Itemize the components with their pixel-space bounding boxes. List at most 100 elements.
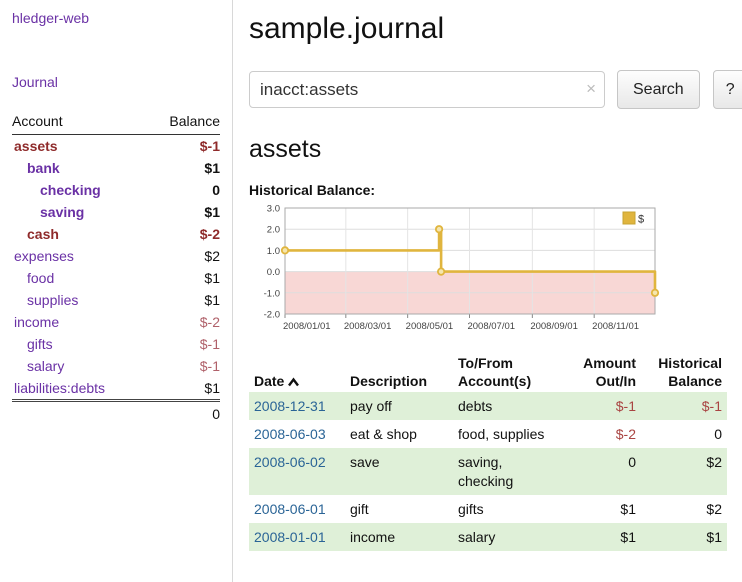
accounts-table: Account Balance assets$-1bank$1checking0… [12,110,220,425]
account-name-cell: expenses [12,245,147,267]
account-balance: $1 [147,267,220,289]
accounts-total-spacer [12,401,147,426]
register-balance-cell: $1 [641,523,727,551]
register-header-row: Date Description To/From Account(s) Amou… [249,353,727,392]
register-accounts-cell: salary [453,523,565,551]
search-input[interactable] [249,71,605,108]
account-balance: $-1 [147,355,220,377]
account-link-supplies[interactable]: supplies [27,292,78,308]
accounts-header-balance: Balance [147,110,220,135]
account-balance: $-2 [147,223,220,245]
account-name-cell: salary [12,355,147,377]
register-header-accounts: To/From Account(s) [453,353,565,392]
account-balance: 0 [147,179,220,201]
account-link-bank[interactable]: bank [27,160,60,176]
account-balance: $1 [147,377,220,401]
account-balance: $2 [147,245,220,267]
svg-text:0.0: 0.0 [267,267,280,278]
account-link-assets[interactable]: assets [14,138,58,154]
account-row: gifts $-1 [12,333,220,355]
chart-title: Historical Balance: [249,182,742,198]
chart-svg: 3.02.01.00.0-1.0-2.02008/01/012008/03/01… [249,202,663,338]
account-name-cell: supplies [12,289,147,311]
register-description-cell: save [345,448,453,494]
register-amount-cell: $1 [565,523,641,551]
register-accounts-cell: food, supplies [453,420,565,448]
account-row: expenses $2 [12,245,220,267]
register-date-link[interactable]: 2008-12-31 [254,398,326,414]
account-name-cell: cash [12,223,147,245]
register-accounts-cell: gifts [453,495,565,523]
account-row: assets $-1 [12,135,220,158]
register-description-cell: eat & shop [345,420,453,448]
register-balance-cell: $2 [641,495,727,523]
svg-text:2.0: 2.0 [267,225,280,236]
register-date-cell: 2008-06-03 [249,420,345,448]
accounts-total-row: 0 [12,401,220,426]
register-date-cell: 2008-06-02 [249,448,345,494]
account-link-expenses[interactable]: expenses [14,248,74,264]
account-link-liabilities-debts[interactable]: liabilities:debts [14,380,105,396]
account-row: cash $-2 [12,223,220,245]
register-header-description: Description [345,353,453,392]
svg-text:2008/05/01: 2008/05/01 [406,321,454,332]
search-box: × [249,71,605,108]
account-name-cell: assets [12,135,147,158]
register-row: 2008-12-31pay offdebts$-1$-1 [249,392,727,420]
search-button[interactable]: Search [617,70,700,109]
register-date-link[interactable]: 2008-01-01 [254,529,326,545]
register-description-cell: pay off [345,392,453,420]
register-date-cell: 2008-01-01 [249,523,345,551]
register-amount-cell: $-1 [565,392,641,420]
account-row: saving $1 [12,201,220,223]
svg-text:3.0: 3.0 [267,204,280,215]
register-accounts-cell: debts [453,392,565,420]
register-amount-cell: $1 [565,495,641,523]
account-balance: $-1 [147,333,220,355]
svg-text:2008/01/01: 2008/01/01 [283,321,331,332]
account-balance: $-1 [147,135,220,158]
svg-text:1.0: 1.0 [267,246,280,257]
account-row: food $1 [12,267,220,289]
account-heading: assets [249,135,742,164]
register-balance-cell: $-1 [641,392,727,420]
svg-text:-1.0: -1.0 [264,288,280,299]
account-balance: $-2 [147,311,220,333]
clear-search-icon[interactable]: × [586,80,596,97]
register-header-date-label: Date [254,373,284,389]
account-name-cell: gifts [12,333,147,355]
sidebar: hledger-web Journal Account Balance asse… [0,0,233,582]
register-amount-cell: 0 [565,448,641,494]
account-link-gifts[interactable]: gifts [27,336,53,352]
account-link-food[interactable]: food [27,270,54,286]
account-balance: $1 [147,201,220,223]
svg-text:2008/09/01: 2008/09/01 [530,321,578,332]
account-link-income[interactable]: income [14,314,59,330]
page: hledger-web Journal Account Balance asse… [0,0,742,582]
sidebar-item-journal[interactable]: Journal [12,74,220,90]
register-date-link[interactable]: 2008-06-01 [254,501,326,517]
register-date-link[interactable]: 2008-06-03 [254,426,326,442]
account-row: income $-2 [12,311,220,333]
account-name-cell: saving [12,201,147,223]
historical-balance-chart: 3.02.01.00.0-1.0-2.02008/01/012008/03/01… [249,202,742,341]
register-row: 2008-06-02 savesaving, checking0$2 [249,448,727,494]
register-accounts-cell: saving, checking [453,448,565,494]
app-title-link[interactable]: hledger-web [12,10,220,26]
account-link-saving[interactable]: saving [40,204,84,220]
svg-text:-2.0: -2.0 [264,310,280,321]
register-balance-cell: 0 [641,420,727,448]
account-link-salary[interactable]: salary [27,358,64,374]
register-balance-cell: $2 [641,448,727,494]
register-date-cell: 2008-12-31 [249,392,345,420]
register-header-balance: Historical Balance [641,353,727,392]
accounts-total-value: 0 [147,401,220,426]
account-link-checking[interactable]: checking [40,182,101,198]
account-row: bank$1 [12,157,220,179]
register-date-link[interactable]: 2008-06-02 [254,454,326,470]
register-description-cell: income [345,523,453,551]
help-button[interactable]: ? [713,70,742,109]
register-header-date[interactable]: Date [249,353,345,392]
page-title: sample.journal [249,12,742,46]
account-link-cash[interactable]: cash [27,226,59,242]
